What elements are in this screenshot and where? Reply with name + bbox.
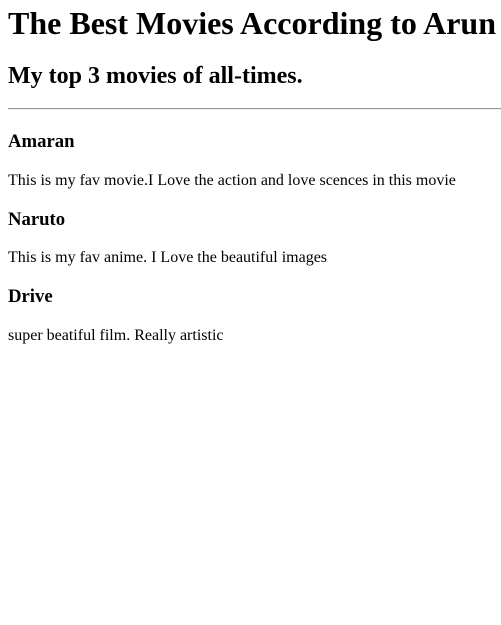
movie-title: Naruto xyxy=(8,209,66,230)
movie-description: super beatiful film. Really artistic xyxy=(8,327,224,344)
divider xyxy=(8,108,501,110)
page-subtitle: My top 3 movies of all-times. xyxy=(8,63,303,89)
page-title: The Best Movies According to Arun xyxy=(8,5,496,41)
movie-description: This is my fav anime. I Love the beautif… xyxy=(8,249,328,266)
movie-title: Amaran xyxy=(8,131,75,152)
movie-description: This is my fav movie.I Love the action a… xyxy=(8,172,456,189)
movie-title: Drive xyxy=(8,286,53,307)
